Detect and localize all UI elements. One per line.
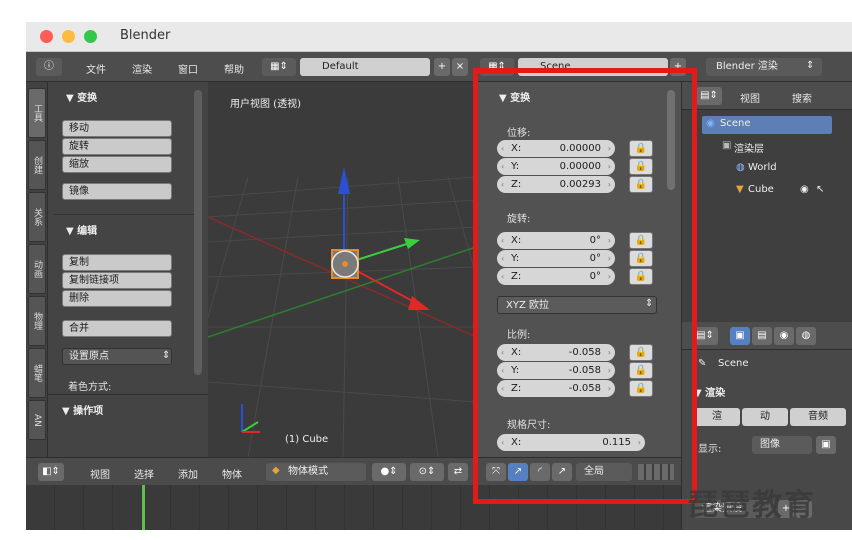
menu-render[interactable]: 渲染: [132, 61, 152, 76]
pin-icon[interactable]: ✎: [698, 358, 706, 369]
chevron-updown-icon: ⇕: [806, 60, 815, 71]
manipulator-icon[interactable]: ⇄: [448, 463, 468, 481]
rotate-button[interactable]: 旋转: [62, 138, 172, 155]
viewport-editor-icon[interactable]: ◧⇕: [38, 463, 64, 481]
set-origin-select[interactable]: 设置原点: [62, 348, 172, 365]
layout-name-field[interactable]: Default: [300, 58, 430, 76]
join-button[interactable]: 合并: [62, 320, 172, 337]
watermark-text: 琵琶教育: [688, 488, 816, 523]
menu-file[interactable]: 文件: [86, 61, 106, 76]
view-menu[interactable]: 视图: [90, 466, 110, 481]
menu-window[interactable]: 窗口: [178, 61, 198, 76]
outliner-search-menu[interactable]: 搜索: [792, 90, 812, 105]
close-window-button[interactable]: [40, 30, 53, 43]
outliner-item-renderlayers[interactable]: 渲染层: [734, 140, 764, 155]
render-audio-button[interactable]: 音频: [790, 408, 846, 426]
minimize-window-button[interactable]: [62, 30, 75, 43]
render-context-icon[interactable]: ▣: [730, 327, 750, 345]
world-icon: ◍: [736, 162, 745, 173]
zoom-window-button[interactable]: [84, 30, 97, 43]
properties-header: ▤⇕ ▣ ▤ ◉ ◍: [682, 322, 852, 350]
lock-interface-icon[interactable]: ▣: [816, 436, 836, 454]
delete-button[interactable]: 删除: [62, 290, 172, 307]
outliner-editor-icon[interactable]: ▤⇕: [696, 87, 722, 105]
move-button[interactable]: 移动: [62, 120, 172, 137]
transform-panel-header[interactable]: ▼ 变换: [66, 89, 97, 104]
cursor-select-icon[interactable]: ↖: [816, 184, 824, 195]
scene-icon: ◉: [706, 118, 715, 129]
tab-grease-pencil[interactable]: 蜡笔: [28, 348, 46, 398]
select-menu[interactable]: 选择: [134, 466, 154, 481]
outliner-item-cube[interactable]: Cube: [748, 184, 774, 195]
tool-shelf: ▼ 变换 移动 旋转 缩放 镜像 ▼ 编辑 复制 复制链接项 删除 合并 设置原…: [48, 82, 208, 457]
active-object-label: (1) Cube: [285, 434, 329, 445]
viewport-header: ◧⇕ 视图 选择 添加 物体 物体模式 ◆ ●⇕ ⊙⇕ ⇄: [26, 457, 476, 485]
edit-panel-header[interactable]: ▼ 编辑: [66, 222, 97, 237]
operator-panel-header[interactable]: ▼ 操作项: [62, 402, 103, 417]
divider: [54, 214, 202, 215]
add-menu[interactable]: 添加: [178, 466, 198, 481]
scene-context-icon[interactable]: ◉: [774, 327, 794, 345]
window-titlebar: Blender: [26, 22, 852, 52]
scale-button[interactable]: 缩放: [62, 156, 172, 173]
window-title: Blender: [120, 28, 171, 43]
world-context-icon[interactable]: ◍: [796, 327, 816, 345]
display-select[interactable]: 图像: [752, 436, 812, 454]
object-mode-icon: ◆: [272, 465, 280, 476]
tab-an[interactable]: AN: [28, 400, 46, 440]
3d-viewport[interactable]: 用户视图 (透视) (1) Cube: [208, 82, 476, 457]
display-label: 显示:: [698, 444, 722, 455]
shading-label: 着色方式:: [68, 382, 112, 393]
eye-icon[interactable]: ◉: [800, 184, 809, 195]
menu-help[interactable]: 帮助: [224, 61, 244, 76]
duplicate-linked-button[interactable]: 复制链接项: [62, 272, 172, 289]
render-animation-button[interactable]: 动: [742, 408, 788, 426]
renderlayer-icon: ▣: [722, 140, 732, 151]
renderlayer-context-icon[interactable]: ▤: [752, 327, 772, 345]
render-panel-header[interactable]: ▼ 渲染: [694, 384, 725, 399]
viewport-scene: [208, 167, 476, 457]
duplicate-button[interactable]: 复制: [62, 254, 172, 271]
outliner-item-world[interactable]: World: [748, 162, 777, 173]
outliner-header: ▤⇕ 视图 搜索: [682, 82, 852, 110]
viewport-shading-icon[interactable]: ●⇕: [372, 463, 406, 481]
tab-tools[interactable]: 工具: [28, 88, 46, 138]
outliner-item-scene[interactable]: Scene: [720, 118, 751, 129]
info-header: ⓘ 文件 渲染 窗口 帮助 ▦⇕ Default + × ▦⇕ Scene + …: [26, 52, 852, 82]
highlight-rectangle: [473, 68, 697, 504]
divider: [48, 394, 208, 395]
tab-animation[interactable]: 动画: [28, 244, 46, 294]
tool-shelf-scrollbar[interactable]: [194, 90, 202, 375]
outliner: ▤⇕ 视图 搜索 Scene 渲染层 World Cube ◉ ▣ ◍ ▼ ◉ …: [681, 82, 852, 322]
pivot-point-icon[interactable]: ⊙⇕: [410, 463, 444, 481]
properties-scene-label: Scene: [718, 358, 749, 369]
interaction-mode-select[interactable]: 物体模式: [266, 463, 366, 481]
blender-app: ⓘ 文件 渲染 窗口 帮助 ▦⇕ Default + × ▦⇕ Scene + …: [26, 52, 852, 530]
render-engine-select[interactable]: Blender 渲染: [706, 58, 822, 76]
tab-create[interactable]: 创建: [28, 140, 46, 190]
render-image-button[interactable]: 渲: [694, 408, 740, 426]
mirror-button[interactable]: 镜像: [62, 183, 172, 200]
tool-shelf-tabs: 工具 创建 关系 动画 物理 蜡笔 AN: [26, 82, 48, 457]
editor-type-info-icon[interactable]: ⓘ: [36, 58, 62, 76]
mesh-object-icon: ▼: [736, 184, 744, 195]
tab-physics[interactable]: 物理: [28, 296, 46, 346]
screen-layout-icon[interactable]: ▦⇕: [262, 58, 296, 76]
tab-relations[interactable]: 关系: [28, 192, 46, 242]
add-layout-icon[interactable]: +: [434, 58, 450, 76]
object-menu[interactable]: 物体: [222, 466, 242, 481]
chevron-updown-icon: ⇕: [162, 350, 171, 361]
outliner-view-menu[interactable]: 视图: [740, 90, 760, 105]
remove-layout-icon[interactable]: ×: [452, 58, 468, 76]
